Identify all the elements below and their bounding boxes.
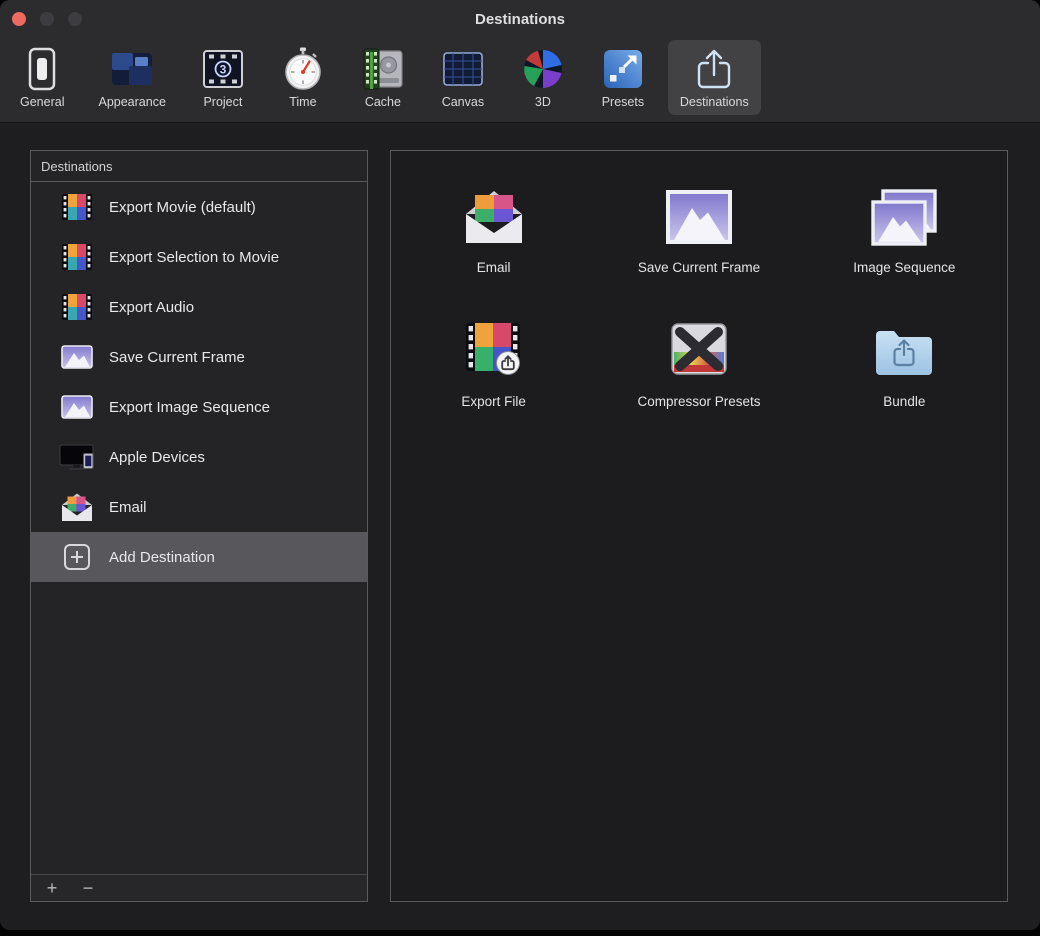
sidebar-item-export-movie[interactable]: Export Movie (default) bbox=[31, 182, 367, 232]
toolbar-item-label: Appearance bbox=[98, 95, 165, 109]
destination-type-bundle[interactable]: Bundle bbox=[802, 299, 1007, 433]
window-controls bbox=[12, 12, 82, 26]
toolbar-item-cache[interactable]: Cache bbox=[348, 40, 418, 115]
sidebar-item-email[interactable]: Email bbox=[31, 482, 367, 532]
monitor-icon bbox=[59, 439, 95, 475]
sidebar-header: Destinations bbox=[31, 151, 367, 182]
time-icon bbox=[280, 45, 326, 93]
destination-type-label: Save Current Frame bbox=[638, 260, 760, 275]
sidebar-item-apple-devices[interactable]: Apple Devices bbox=[31, 432, 367, 482]
toolbar-item-label: Presets bbox=[602, 95, 644, 109]
destination-types-grid: Email Save Current Frame bbox=[391, 151, 1007, 433]
photo-stack-icon bbox=[870, 165, 938, 247]
film-icon bbox=[59, 239, 95, 275]
film-icon bbox=[59, 289, 95, 325]
toolbar-item-canvas[interactable]: Canvas bbox=[428, 40, 498, 115]
destination-type-label: Export File bbox=[461, 394, 526, 409]
envelope-icon bbox=[59, 489, 95, 525]
sidebar-item-label: Export Selection to Movie bbox=[109, 249, 279, 266]
window-title: Destinations bbox=[0, 0, 1040, 40]
toolbar-item-label: Project bbox=[203, 95, 242, 109]
sidebar-item-label: Export Audio bbox=[109, 299, 194, 316]
destination-type-export-file[interactable]: Export File bbox=[391, 299, 596, 433]
sidebar-item-export-image-sequence[interactable]: Export Image Sequence bbox=[31, 382, 367, 432]
photo-icon bbox=[59, 389, 95, 425]
3d-icon bbox=[520, 45, 566, 93]
general-icon bbox=[25, 45, 59, 93]
destination-type-label: Bundle bbox=[883, 394, 925, 409]
preferences-toolbar: General Appearance bbox=[0, 38, 1040, 123]
destination-type-image-sequence[interactable]: Image Sequence bbox=[802, 165, 1007, 299]
sidebar-item-save-current-frame[interactable]: Save Current Frame bbox=[31, 332, 367, 382]
preferences-window: Destinations General Appearance bbox=[0, 0, 1040, 930]
sidebar-item-label: Add Destination bbox=[109, 549, 215, 566]
appearance-icon bbox=[109, 45, 155, 93]
sidebar-footer: + − bbox=[31, 874, 367, 901]
close-button[interactable] bbox=[12, 12, 26, 26]
toolbar-item-label: Cache bbox=[365, 95, 401, 109]
sidebar-item-export-audio[interactable]: Export Audio bbox=[31, 282, 367, 332]
compressor-icon bbox=[665, 299, 733, 381]
destination-type-compressor-presets[interactable]: Compressor Presets bbox=[596, 299, 801, 433]
photo-icon bbox=[59, 339, 95, 375]
destination-type-email[interactable]: Email bbox=[391, 165, 596, 299]
sidebar-item-label: Email bbox=[109, 499, 147, 516]
destination-type-label: Image Sequence bbox=[853, 260, 955, 275]
content-area: Destinations Export Movie (default) bbox=[0, 124, 1040, 930]
destination-type-label: Compressor Presets bbox=[637, 394, 760, 409]
add-destination-button[interactable]: + bbox=[43, 878, 61, 898]
toolbar-item-label: General bbox=[20, 95, 64, 109]
photo-frame-icon bbox=[665, 165, 733, 247]
project-icon: 3 bbox=[200, 45, 246, 93]
destination-type-label: Email bbox=[477, 260, 511, 275]
toolbar-item-label: Time bbox=[289, 95, 316, 109]
destinations-share-icon bbox=[691, 45, 737, 93]
sidebar-item-export-selection[interactable]: Export Selection to Movie bbox=[31, 232, 367, 282]
email-icon bbox=[460, 165, 528, 247]
destination-type-save-current-frame[interactable]: Save Current Frame bbox=[596, 165, 801, 299]
toolbar-item-label: Canvas bbox=[442, 95, 484, 109]
toolbar-item-label: Destinations bbox=[680, 95, 749, 109]
svg-text:3: 3 bbox=[220, 62, 227, 76]
remove-destination-button[interactable]: − bbox=[79, 878, 97, 898]
cache-icon bbox=[360, 45, 406, 93]
film-icon bbox=[59, 189, 95, 225]
canvas-icon bbox=[440, 45, 486, 93]
sidebar-item-label: Save Current Frame bbox=[109, 349, 245, 366]
titlebar: Destinations bbox=[0, 0, 1040, 38]
film-share-icon bbox=[460, 299, 528, 381]
minimize-button bbox=[40, 12, 54, 26]
toolbar-item-appearance[interactable]: Appearance bbox=[86, 40, 177, 115]
sidebar-item-label: Export Image Sequence bbox=[109, 399, 270, 416]
toolbar-item-time[interactable]: Time bbox=[268, 40, 338, 115]
sidebar-empty-area bbox=[31, 582, 367, 874]
sidebar-item-add-destination[interactable]: Add Destination bbox=[31, 532, 367, 582]
toolbar-item-destinations[interactable]: Destinations bbox=[668, 40, 761, 115]
toolbar-item-project[interactable]: 3 Project bbox=[188, 40, 258, 115]
add-box-icon bbox=[59, 539, 95, 575]
destinations-sidebar: Destinations Export Movie (default) bbox=[30, 150, 368, 902]
toolbar-item-presets[interactable]: Presets bbox=[588, 40, 658, 115]
toolbar-item-3d[interactable]: 3D bbox=[508, 40, 578, 115]
destination-types-panel: Email Save Current Frame bbox=[390, 150, 1008, 902]
toolbar-item-label: 3D bbox=[535, 95, 551, 109]
toolbar-item-general[interactable]: General bbox=[8, 40, 76, 115]
zoom-button bbox=[68, 12, 82, 26]
sidebar-item-label: Export Movie (default) bbox=[109, 199, 256, 216]
presets-icon bbox=[600, 45, 646, 93]
folder-share-icon bbox=[870, 299, 938, 381]
sidebar-item-label: Apple Devices bbox=[109, 449, 205, 466]
